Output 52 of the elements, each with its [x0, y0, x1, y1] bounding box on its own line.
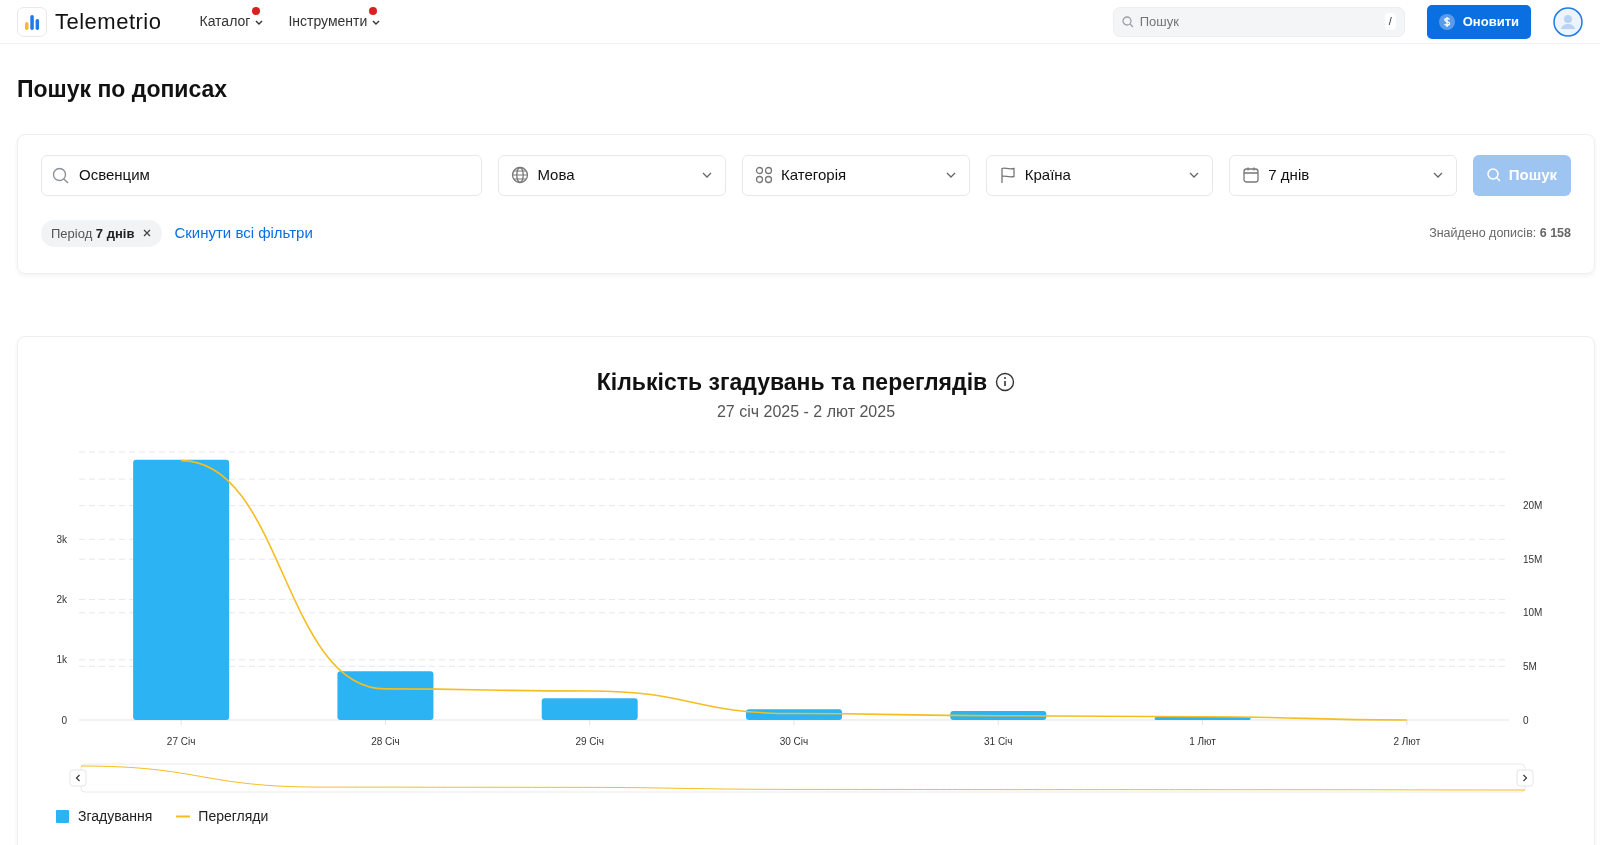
chart-subtitle: 27 січ 2025 - 2 лют 2025	[716, 402, 896, 420]
search-icon	[52, 166, 69, 184]
results-count: Знайдено дописів: 6 158	[1429, 224, 1571, 242]
chip-label: Період 7 днів	[51, 224, 135, 243]
y-axis-label: 5M	[1523, 660, 1537, 672]
upgrade-button[interactable]: Оновити	[1426, 4, 1531, 39]
y-axis-label: 15M	[1523, 553, 1543, 565]
info-icon	[995, 372, 1016, 393]
legend-label[interactable]: Згадування	[78, 805, 153, 827]
chevron-left-icon[interactable]	[69, 769, 87, 787]
flag-icon	[998, 166, 1017, 185]
x-axis-label: 1 Лют	[1189, 735, 1216, 747]
chart-title: Кількість згадувань та переглядів	[596, 368, 988, 398]
y-axis-label: 3k	[56, 533, 67, 545]
dropdown-select[interactable]: Категорія	[742, 154, 970, 196]
dropdown-select[interactable]: Мова	[498, 154, 727, 196]
y-axis-label: 10M	[1523, 606, 1543, 618]
nav-menu-link[interactable]: Каталог	[199, 11, 265, 32]
x-axis-label: 29 Січ	[575, 735, 604, 747]
search-input[interactable]: Пошук	[1137, 10, 1385, 33]
search-icon	[1121, 15, 1134, 28]
query-input[interactable]: Освенцим	[77, 162, 472, 188]
x-axis-label: 27 Січ	[166, 735, 196, 747]
avatar-icon	[1553, 6, 1583, 37]
page-title: Пошук по дописах	[17, 76, 229, 104]
x-axis-label: 30 Січ	[779, 735, 809, 747]
legend-label[interactable]: Перегляди	[198, 805, 269, 827]
search-field[interactable]: Пошук /	[1112, 6, 1405, 37]
x-axis-label: 28 Січ	[371, 735, 400, 747]
y-axis-label: 20M	[1523, 499, 1543, 511]
search-field[interactable]: Освенцим	[41, 154, 483, 196]
search-icon	[1486, 168, 1501, 183]
reset-filters-link[interactable]: Скинути всі фільтри	[174, 222, 313, 245]
logo-icon	[17, 6, 47, 37]
y-axis-label: 1k	[56, 653, 67, 665]
brand-name[interactable]: Telemetrio	[55, 5, 162, 38]
close-icon	[142, 228, 153, 239]
x-axis-label: 2 Лют	[1393, 735, 1421, 747]
y-axis-label: 2k	[56, 593, 67, 605]
dropdown-select[interactable]: 7 днів	[1229, 154, 1457, 196]
y-axis-label: 0	[1523, 714, 1529, 726]
remove-chip-button[interactable]	[142, 228, 153, 239]
x-axis-label: 31 Січ	[984, 735, 1013, 747]
shortcut-key: /	[1384, 13, 1396, 30]
calendar-icon	[1242, 166, 1261, 185]
globe-icon	[511, 166, 530, 185]
chevron-right-icon[interactable]	[1516, 769, 1534, 787]
nav-menu-link[interactable]: Інструменти	[288, 11, 382, 32]
dollar-icon	[1438, 13, 1455, 30]
grid-icon	[755, 166, 774, 185]
y-axis-label: 0	[61, 714, 67, 726]
dropdown-select[interactable]: Країна	[985, 154, 1214, 196]
